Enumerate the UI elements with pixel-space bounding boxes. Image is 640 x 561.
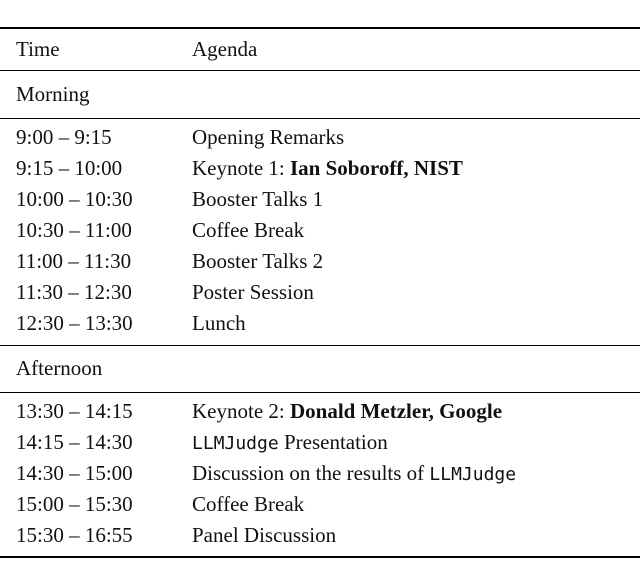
time-cell: 15:00 – 15:30 [16, 492, 133, 516]
time-cell: 9:15 – 10:00 [16, 156, 123, 180]
section-rule [0, 345, 640, 346]
section-rule [0, 70, 640, 71]
agenda-text: Coffee Break [192, 492, 305, 516]
header-time: Time [16, 37, 60, 61]
table-row: 9:15 – 10:00 Keynote 1: Ian Soboroff, NIS… [0, 153, 640, 184]
agenda-cell: Poster Session [192, 277, 314, 308]
time-cell: 12:30 – 13:30 [16, 311, 133, 335]
agenda-cell: Booster Talks 2 [192, 246, 323, 277]
agenda-text: Booster Talks 2 [192, 249, 324, 273]
time-cell: 14:15 – 14:30 [16, 430, 133, 454]
agenda-cell: LLMJudge Presentation [192, 427, 388, 459]
top-rule [0, 27, 640, 29]
section-rule [0, 118, 640, 119]
agenda-cell: Opening Remarks [192, 122, 344, 153]
agenda-text: Keynote 2: [192, 399, 290, 423]
time-cell: 13:30 – 14:15 [16, 399, 133, 423]
table-row: 15:30 – 16:55 Panel Discussion [0, 520, 640, 551]
agenda-text: Discussion on the results of [192, 461, 430, 485]
section-label-row: Morning [0, 79, 640, 110]
section-label-row: Afternoon [0, 353, 640, 384]
agenda-cell: Keynote 1: Ian Soboroff, NIST [192, 153, 463, 184]
table-row: 14:30 – 15:00 Discussion on the results o… [0, 458, 640, 489]
header-row: Time Agenda [0, 34, 640, 65]
time-cell: 11:30 – 12:30 [16, 280, 132, 304]
speaker-name: Donald Metzler, Google [289, 399, 503, 423]
table-row: 11:00 – 11:30 Booster Talks 2 [0, 246, 640, 277]
table-row: 11:30 – 12:30 Poster Session [0, 277, 640, 308]
agenda-cell: Keynote 2: Donald Metzler, Google [192, 396, 502, 427]
agenda-cell: Booster Talks 1 [192, 184, 323, 215]
agenda-text: Presentation [278, 430, 388, 454]
agenda-cell: Coffee Break [192, 215, 304, 246]
bottom-rule [0, 556, 640, 558]
agenda-text: Coffee Break [192, 218, 305, 242]
table-row: 9:00 – 9:15 Opening Remarks [0, 122, 640, 153]
agenda-text: Poster Session [192, 280, 314, 304]
time-cell: 10:00 – 10:30 [16, 187, 133, 211]
agenda-text: Opening Remarks [192, 125, 345, 149]
section-label: Afternoon [16, 356, 103, 380]
table-row: 10:00 – 10:30 Booster Talks 1 [0, 184, 640, 215]
agenda-cell: Panel Discussion [192, 520, 336, 551]
agenda-text: Lunch [192, 311, 246, 335]
table-row: 13:30 – 14:15 Keynote 2: Donald Metzler, … [0, 396, 640, 427]
time-cell: 15:30 – 16:55 [16, 523, 133, 547]
code-text: LLMJudge [429, 464, 517, 485]
agenda-text: Keynote 1: [192, 156, 290, 180]
code-text: LLMJudge [192, 433, 279, 454]
agenda-text: Booster Talks 1 [192, 187, 324, 211]
header-agenda: Agenda [192, 37, 258, 61]
time-cell: 14:30 – 15:00 [16, 461, 133, 485]
table-row: 14:15 – 14:30 LLMJudge Presentation [0, 427, 640, 458]
speaker-name: Ian Soboroff, NIST [289, 156, 463, 180]
agenda-cell: Coffee Break [192, 489, 304, 520]
time-cell: 10:30 – 11:00 [16, 218, 132, 242]
agenda-cell: Discussion on the results of LLMJudge [192, 458, 516, 490]
time-cell: 9:00 – 9:15 [16, 125, 112, 149]
table-row: 12:30 – 13:30 Lunch [0, 308, 640, 339]
section-label: Morning [16, 82, 90, 106]
table-row: 15:00 – 15:30 Coffee Break [0, 489, 640, 520]
agenda-text: Panel Discussion [192, 523, 337, 547]
agenda-cell: Lunch [192, 308, 246, 339]
time-cell: 11:00 – 11:30 [16, 249, 132, 273]
section-rule [0, 392, 640, 393]
table-row: 10:30 – 11:00 Coffee Break [0, 215, 640, 246]
